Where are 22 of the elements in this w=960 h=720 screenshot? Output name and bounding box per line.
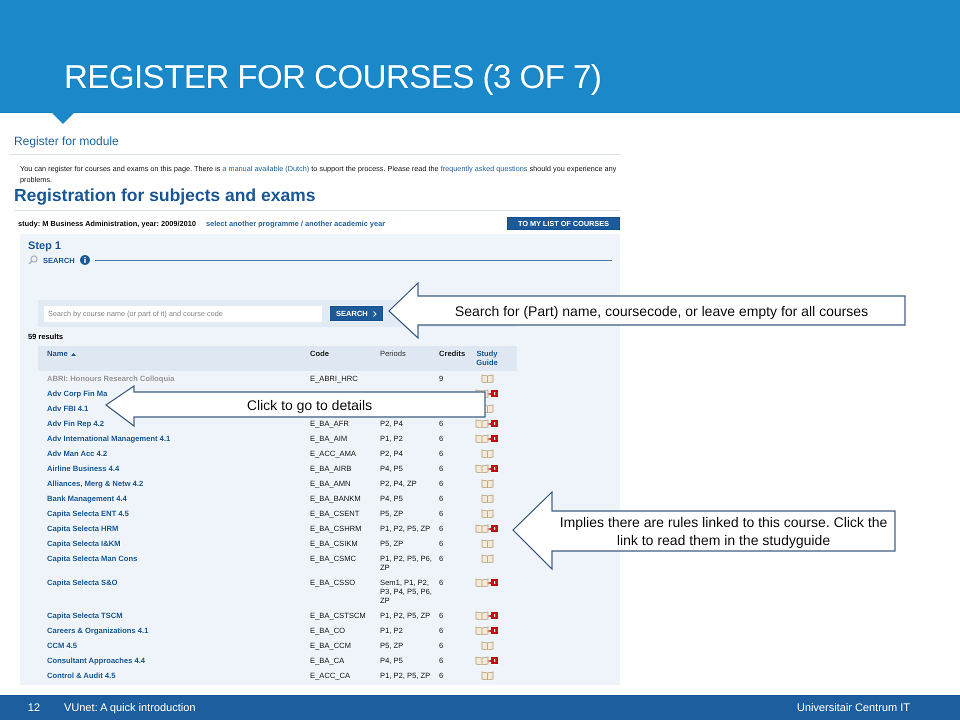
page-title: Registration for subjects and exams [14, 185, 620, 211]
organization-name: Universitair Centrum IT [796, 702, 910, 714]
footer-title: VUnet: A quick introduction [64, 702, 196, 714]
book-with-flag-icon[interactable] [475, 434, 499, 443]
sort-icon [70, 352, 76, 356]
callout-text: Implies there are rules linked to this course. Click the link to read them in the studyguide [558, 513, 888, 549]
step-title: Step 1 [28, 240, 62, 252]
book-with-flag-icon[interactable] [475, 656, 499, 665]
book-with-flag-icon[interactable] [475, 464, 499, 473]
page-number: 12 [26, 702, 40, 714]
callout-text: Click to go to details [246, 396, 372, 414]
book-with-flag-icon[interactable] [475, 524, 499, 533]
info-icon[interactable] [80, 255, 90, 265]
book-with-flag-icon[interactable] [475, 611, 499, 620]
book-with-flag-icon[interactable] [475, 626, 499, 635]
search-icon [28, 255, 38, 265]
slide-title: REGISTER FOR COURSES (3 OF 7) [64, 58, 602, 96]
callout-text: Search for (Part) name, coursecode, or leave empty for all courses [454, 302, 868, 320]
book-with-flag-icon[interactable] [475, 419, 499, 428]
book-with-flag-icon[interactable] [475, 578, 499, 587]
chevron-icon [372, 311, 377, 318]
module-heading: Register for module [10, 125, 620, 155]
